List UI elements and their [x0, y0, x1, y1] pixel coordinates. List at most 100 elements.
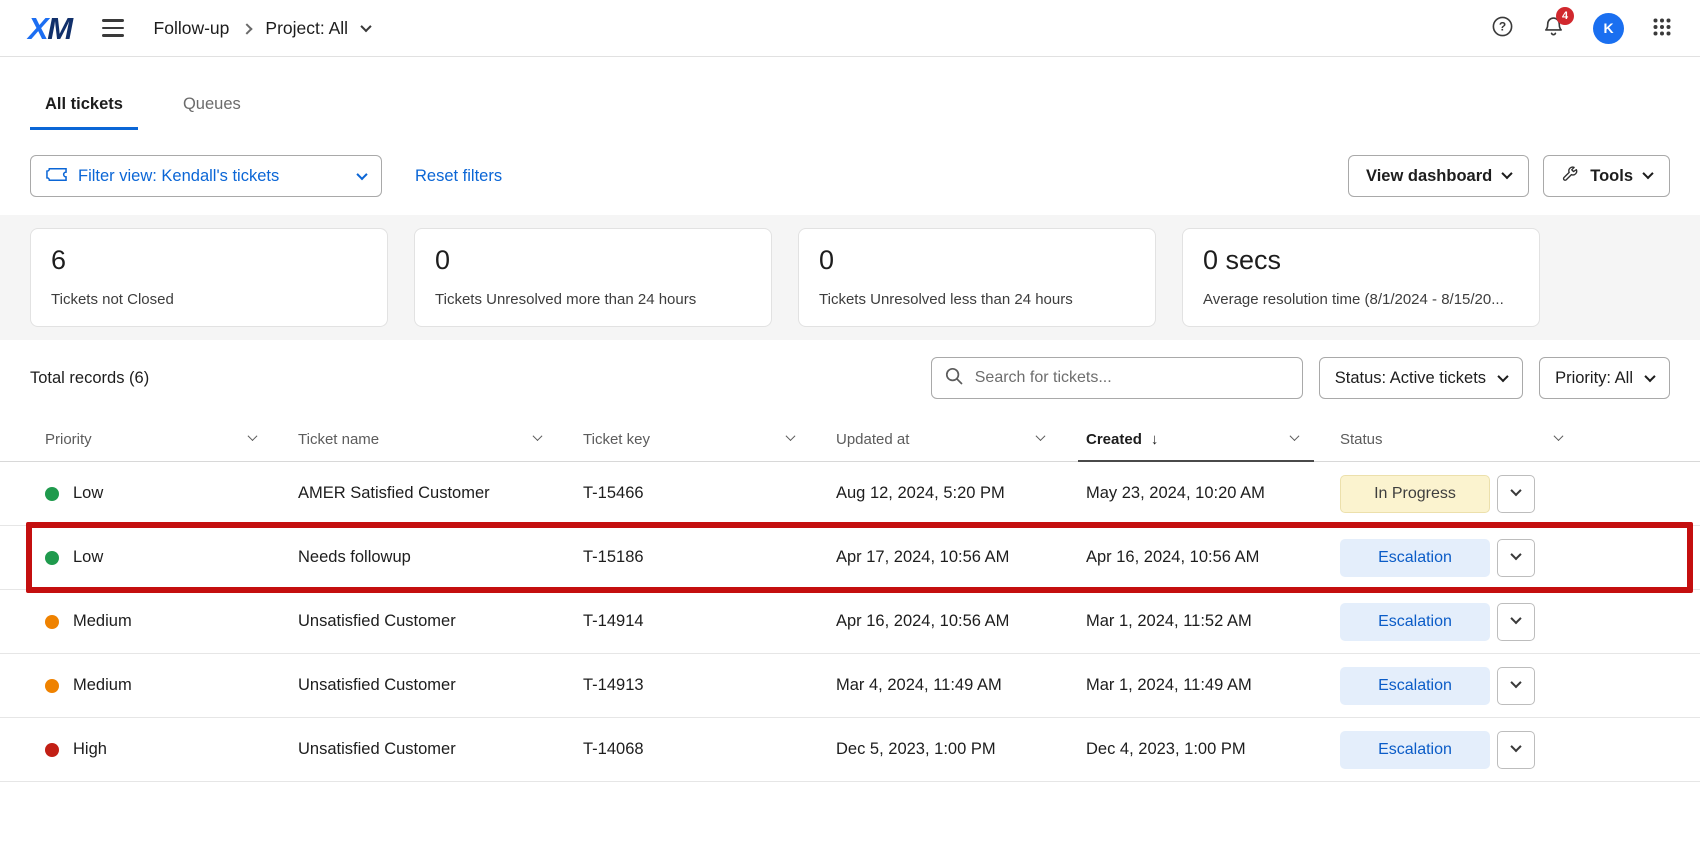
table-row[interactable]: Low Needs followup T-15186 Apr 17, 2024,… [0, 526, 1700, 590]
chevron-down-icon [1510, 677, 1521, 688]
stat-label: Tickets Unresolved less than 24 hours [819, 291, 1135, 308]
notification-count-badge: 4 [1556, 7, 1574, 25]
chevron-down-icon[interactable] [786, 432, 796, 442]
column-header-ticket-key[interactable]: Ticket key [583, 417, 836, 461]
stat-card-avg-resolution: 0 secs Average resolution time (8/1/2024… [1182, 228, 1540, 327]
status-dropdown-button[interactable] [1497, 475, 1535, 513]
table-row[interactable]: Medium Unsatisfied Customer T-14914 Apr … [0, 590, 1700, 654]
chevron-down-icon[interactable] [1290, 432, 1300, 442]
updated-at-cell: Apr 17, 2024, 10:56 AM [836, 548, 1086, 567]
view-dashboard-button[interactable]: View dashboard [1348, 155, 1529, 197]
breadcrumb-project[interactable]: Project: All [265, 18, 348, 39]
chevron-right-icon [242, 23, 253, 34]
help-icon: ? [1491, 15, 1514, 41]
status-badge[interactable]: Escalation [1340, 539, 1490, 577]
column-label: Created [1086, 431, 1142, 448]
priority-cell: High [45, 740, 298, 759]
created-cell: Apr 16, 2024, 10:56 AM [1086, 548, 1340, 567]
stat-value: 6 [51, 244, 367, 276]
chevron-down-icon[interactable] [360, 21, 371, 32]
column-header-ticket-name[interactable]: Ticket name [298, 417, 583, 461]
status-cell: Escalation [1340, 603, 1670, 641]
notifications-button[interactable]: 4 [1542, 15, 1565, 41]
filter-view-label: Filter view: Kendall's tickets [78, 167, 279, 186]
stat-label: Average resolution time (8/1/2024 - 8/15… [1203, 291, 1519, 308]
table-row[interactable]: Low AMER Satisfied Customer T-15466 Aug … [0, 462, 1700, 526]
status-dropdown-button[interactable] [1497, 539, 1535, 577]
column-label: Ticket name [298, 431, 379, 448]
filter-view-dropdown[interactable]: Filter view: Kendall's tickets [30, 155, 382, 197]
avatar[interactable]: K [1593, 13, 1624, 44]
search-input[interactable] [973, 368, 1290, 388]
ticket-name-cell: Unsatisfied Customer [298, 676, 583, 695]
chevron-down-icon[interactable] [1036, 432, 1046, 442]
status-dropdown-button[interactable] [1497, 603, 1535, 641]
priority-label: Low [73, 484, 103, 503]
chevron-down-icon [1510, 485, 1521, 496]
chevron-down-icon[interactable] [248, 432, 258, 442]
svg-text:?: ? [1499, 20, 1506, 34]
status-badge[interactable]: In Progress [1340, 475, 1490, 513]
column-header-created[interactable]: Created ↓ [1086, 417, 1340, 461]
stat-value: 0 secs [1203, 244, 1519, 276]
chevron-down-icon [1502, 168, 1513, 179]
chevron-down-icon [1644, 371, 1655, 382]
status-badge[interactable]: Escalation [1340, 731, 1490, 769]
hamburger-menu-icon[interactable] [98, 15, 128, 40]
help-button[interactable]: ? [1491, 15, 1514, 41]
status-filter-dropdown[interactable]: Status: Active tickets [1319, 357, 1523, 399]
status-dropdown-button[interactable] [1497, 731, 1535, 769]
search-icon [944, 366, 964, 391]
status-badge[interactable]: Escalation [1340, 603, 1490, 641]
priority-cell: Medium [45, 676, 298, 695]
ticket-name-cell: Needs followup [298, 548, 583, 567]
column-header-status[interactable]: Status [1340, 417, 1670, 461]
updated-at-cell: Dec 5, 2023, 1:00 PM [836, 740, 1086, 759]
chevron-down-icon[interactable] [1554, 432, 1564, 442]
breadcrumb-section[interactable]: Follow-up [154, 18, 230, 39]
total-records-label: Total records (6) [30, 369, 149, 388]
chevron-down-icon [1510, 613, 1521, 624]
logo-letter-m: M [47, 11, 71, 46]
column-header-priority[interactable]: Priority [45, 417, 298, 461]
stat-card-not-closed: 6 Tickets not Closed [30, 228, 388, 327]
priority-label: High [73, 740, 107, 759]
ticket-name-cell: Unsatisfied Customer [298, 740, 583, 759]
column-header-updated-at[interactable]: Updated at [836, 417, 1086, 461]
chevron-down-icon [1497, 371, 1508, 382]
table-row[interactable]: Medium Unsatisfied Customer T-14913 Mar … [0, 654, 1700, 718]
reset-filters-link[interactable]: Reset filters [415, 167, 502, 186]
search-box[interactable] [931, 357, 1303, 399]
tab-all-tickets[interactable]: All tickets [30, 95, 138, 130]
logo-letter-x: X [28, 11, 47, 46]
chevron-down-icon[interactable] [533, 432, 543, 442]
tools-label: Tools [1590, 167, 1633, 186]
status-dropdown-button[interactable] [1497, 667, 1535, 705]
xm-logo[interactable]: XM [28, 13, 72, 44]
created-cell: May 23, 2024, 10:20 AM [1086, 484, 1340, 503]
tools-button[interactable]: Tools [1543, 155, 1670, 197]
created-cell: Mar 1, 2024, 11:49 AM [1086, 676, 1340, 695]
toolbar-actions: View dashboard Tools [1348, 155, 1670, 197]
priority-dot [45, 487, 59, 501]
column-label: Ticket key [583, 431, 650, 448]
stat-card-unresolved-less-24h: 0 Tickets Unresolved less than 24 hours [798, 228, 1156, 327]
status-cell: In Progress [1340, 475, 1670, 513]
view-dashboard-label: View dashboard [1366, 167, 1492, 186]
records-controls: Total records (6) Status: Active tickets… [30, 357, 1670, 399]
ticket-key-cell: T-14913 [583, 676, 836, 695]
column-label: Status [1340, 431, 1383, 448]
apps-grid-button[interactable] [1652, 17, 1672, 40]
ticket-key-cell: T-15466 [583, 484, 836, 503]
priority-filter-dropdown[interactable]: Priority: All [1539, 357, 1670, 399]
status-badge[interactable]: Escalation [1340, 667, 1490, 705]
status-cell: Escalation [1340, 539, 1670, 577]
stat-value: 0 [819, 244, 1135, 276]
ticket-name-cell: AMER Satisfied Customer [298, 484, 583, 503]
tab-queues[interactable]: Queues [168, 95, 256, 130]
table-row[interactable]: High Unsatisfied Customer T-14068 Dec 5,… [0, 718, 1700, 782]
chevron-down-icon [1510, 549, 1521, 560]
top-bar: XM Follow-up Project: All ? 4 K [0, 0, 1700, 57]
status-filter-label: Status: Active tickets [1335, 369, 1486, 388]
priority-filter-label: Priority: All [1555, 369, 1633, 388]
